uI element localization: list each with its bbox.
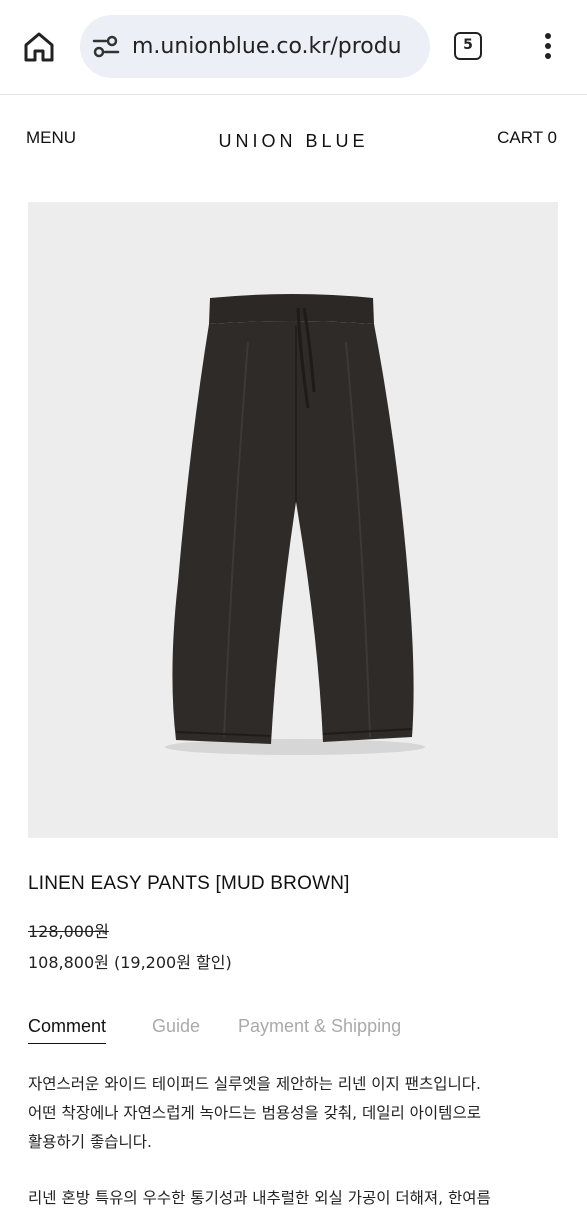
pants-illustration: [165, 294, 425, 755]
original-price: 128,000원: [28, 922, 109, 941]
product-name: LINEN EASY PANTS [MUD BROWN]: [28, 873, 350, 894]
description-line: 자연스러운 와이드 테이퍼드 실루엣을 제안하는 리넨 이지 팬츠입니다.: [28, 1075, 481, 1093]
site-settings-icon[interactable]: [92, 35, 120, 59]
description-line: 어떤 착장에나 자연스럽게 녹아드는 범용성을 갖춰, 데일리 아이템으로: [28, 1104, 481, 1122]
description-line: 활용하기 좋습니다.: [28, 1133, 152, 1151]
address-bar[interactable]: m.unionblue.co.kr/produ: [80, 15, 430, 78]
description-line: 리넨 혼방 특유의 우수한 통기성과 내추럴한 외실 가공이 더해져, 한여름: [28, 1189, 491, 1207]
more-options-icon[interactable]: [536, 30, 560, 64]
tab-comment[interactable]: Comment: [28, 1016, 107, 1044]
sale-price: 108,800원 (19,200원 할인): [28, 953, 232, 972]
tab-guide[interactable]: Guide: [152, 1016, 200, 1037]
product-image[interactable]: [28, 202, 558, 838]
tab-payment-shipping[interactable]: Payment & Shipping: [238, 1016, 401, 1037]
cart-button[interactable]: CART 0: [497, 128, 557, 148]
browser-toolbar: m.unionblue.co.kr/produ 5: [0, 0, 587, 95]
home-icon[interactable]: [18, 26, 60, 68]
tab-switcher-icon[interactable]: 5: [454, 32, 482, 60]
url-text[interactable]: m.unionblue.co.kr/produ: [132, 15, 422, 78]
product-description: 자연스러운 와이드 테이퍼드 실루엣을 제안하는 리넨 이지 팬츠입니다. 어떤…: [28, 1070, 563, 1207]
